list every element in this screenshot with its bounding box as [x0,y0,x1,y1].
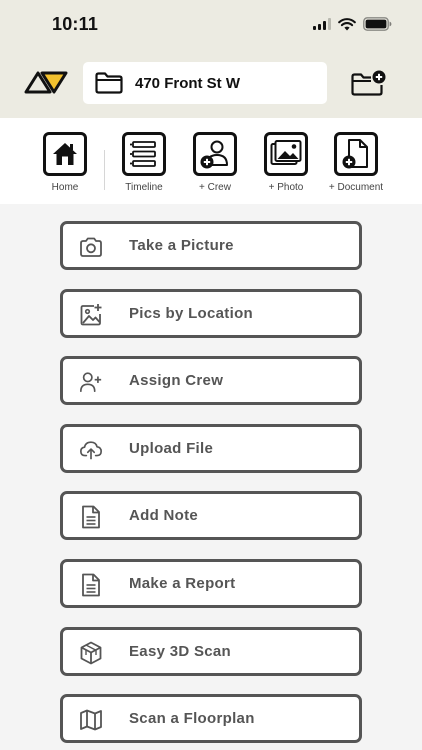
action-label: Pics by Location [129,304,253,322]
action-label: Add Note [129,507,199,525]
map-icon [79,708,103,732]
action-label: Take a Picture [129,237,234,254]
cellular-signal-icon [313,18,331,30]
make-report-button[interactable]: Make a Report [60,558,362,608]
assign-crew-button[interactable]: Assign Crew [60,356,362,406]
quick-action-label: + Document [328,182,384,193]
battery-icon [363,17,392,31]
timeline-icon [130,141,156,167]
pics-by-location-button[interactable]: Pics by Location [60,288,362,338]
add-crew-icon-box [193,132,237,176]
quick-action-label: Home [51,182,79,193]
cube-icon [79,641,103,665]
action-label: Scan a Floorplan [129,710,255,728]
add-photo-icon [270,140,302,165]
quick-action-timeline[interactable]: Timeline [109,132,179,193]
scan-floorplan-button[interactable]: Scan a Floorplan [60,694,362,744]
status-bar: 10:11 [0,0,422,50]
folder-icon [95,72,123,94]
add-document-icon-box [334,132,378,176]
add-document-icon [342,139,368,169]
project-selector[interactable]: 470 Front St W [83,62,327,104]
action-label: Upload File [129,439,214,457]
wifi-icon [338,17,356,30]
user-add-icon [79,370,103,394]
quick-action-label: Timeline [125,182,163,193]
timeline-icon-box [122,132,166,176]
project-name: 470 Front St W [135,74,241,92]
add-folder-icon [351,70,386,96]
action-label: Make a Report [129,574,236,592]
cloud-upload-icon [79,438,103,462]
home-icon [53,143,77,165]
quick-action-add-photo[interactable]: + Photo [251,132,321,193]
add-note-button[interactable]: Add Note [60,491,362,541]
action-label: Assign Crew [129,372,224,390]
take-picture-button[interactable]: Take a Picture [60,221,362,270]
quick-action-label: + Crew [199,182,231,193]
quick-action-add-document[interactable]: + Document [321,132,391,193]
upload-file-button[interactable]: Upload File [60,423,362,473]
quick-action-label: + Photo [268,182,304,193]
status-time: 10:11 [52,14,99,34]
status-icons [313,17,392,31]
add-photo-icon-box [264,132,308,176]
home-icon-box [43,132,87,176]
report-icon [79,573,103,597]
action-label: Easy 3D Scan [129,642,231,660]
action-list: Take a Picture Pics by Location Assign C… [60,221,362,750]
logo-icon [24,71,68,94]
app-logo[interactable] [24,70,68,101]
camera-icon [79,235,103,259]
add-folder-button[interactable] [351,70,387,103]
easy-3d-scan-button[interactable]: Easy 3D Scan [60,626,362,676]
quick-action-bar: Home Timeline + Crew + Photo + Document [0,118,422,204]
app-header: 10:11 470 Front St W [0,0,422,118]
quick-action-home[interactable]: Home [30,132,100,193]
photo-location-icon [79,303,103,327]
note-icon [79,505,103,529]
quick-action-add-crew[interactable]: + Crew [180,132,250,193]
quick-bar-divider [104,150,105,190]
add-crew-icon [200,140,228,169]
